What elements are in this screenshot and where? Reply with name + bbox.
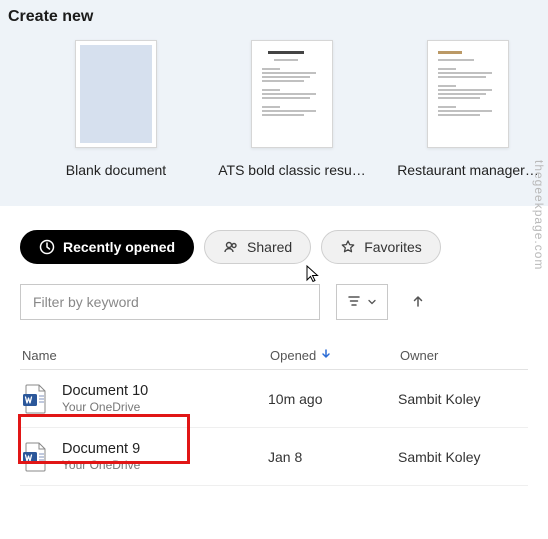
arrow-up-icon [410,293,426,312]
template-thumbnail [427,40,509,148]
template-ats-resume[interactable]: ATS bold classic resu… [222,40,362,178]
table-row[interactable]: Document 9 Your OneDrive Jan 8 Sambit Ko… [20,428,528,486]
opened-cell: 10m ago [268,391,398,407]
document-meta: Document 9 Your OneDrive [62,441,140,472]
template-label: Restaurant manager… [397,162,539,178]
column-name[interactable]: Name [20,348,268,363]
content-area: Recently opened Shared Favorites [0,206,548,486]
watermark-text: thegeekpage.com [532,160,546,270]
owner-cell: Sambit Koley [398,391,528,407]
table-row[interactable]: Document 10 Your OneDrive 10m ago Sambit… [20,370,528,428]
tab-recently-opened[interactable]: Recently opened [20,230,194,264]
upload-button[interactable] [404,284,432,320]
document-meta: Document 10 Your OneDrive [62,383,148,414]
template-thumbnail [251,40,333,148]
tab-label: Favorites [364,239,422,255]
name-cell: Document 9 Your OneDrive [20,441,268,472]
document-location: Your OneDrive [62,400,148,414]
template-gallery: Blank document ATS bold classi [6,40,542,178]
column-owner[interactable]: Owner [398,348,528,363]
chevron-down-icon [367,294,377,310]
star-icon [340,239,356,255]
document-location: Your OneDrive [62,458,140,472]
template-label: ATS bold classic resu… [218,162,366,178]
tab-shared[interactable]: Shared [204,230,311,264]
template-restaurant-manager[interactable]: Restaurant manager… [398,40,538,178]
column-opened[interactable]: Opened [268,348,398,363]
filter-row [20,284,528,320]
word-document-icon [22,442,48,472]
tab-favorites[interactable]: Favorites [321,230,441,264]
opened-cell: Jan 8 [268,449,398,465]
people-icon [223,239,239,255]
create-new-title: Create new [6,8,542,40]
create-new-section: Create new Blank document [0,0,548,206]
owner-cell: Sambit Koley [398,449,528,465]
filter-lines-icon [347,294,361,311]
sort-desc-icon [320,348,332,363]
filter-input[interactable] [33,294,307,310]
tab-label: Shared [247,239,292,255]
table-header: Name Opened Owner [20,342,528,370]
document-name: Document 10 [62,383,148,399]
word-document-icon [22,384,48,414]
tabs-row: Recently opened Shared Favorites [20,230,528,264]
document-name: Document 9 [62,441,140,457]
name-cell: Document 10 Your OneDrive [20,383,268,414]
filter-input-wrapper[interactable] [20,284,320,320]
template-thumbnail [75,40,157,148]
template-blank-document[interactable]: Blank document [46,40,186,178]
tab-label: Recently opened [63,239,175,255]
filter-sort-button[interactable] [336,284,388,320]
template-label: Blank document [66,162,166,178]
clock-icon [39,239,55,255]
